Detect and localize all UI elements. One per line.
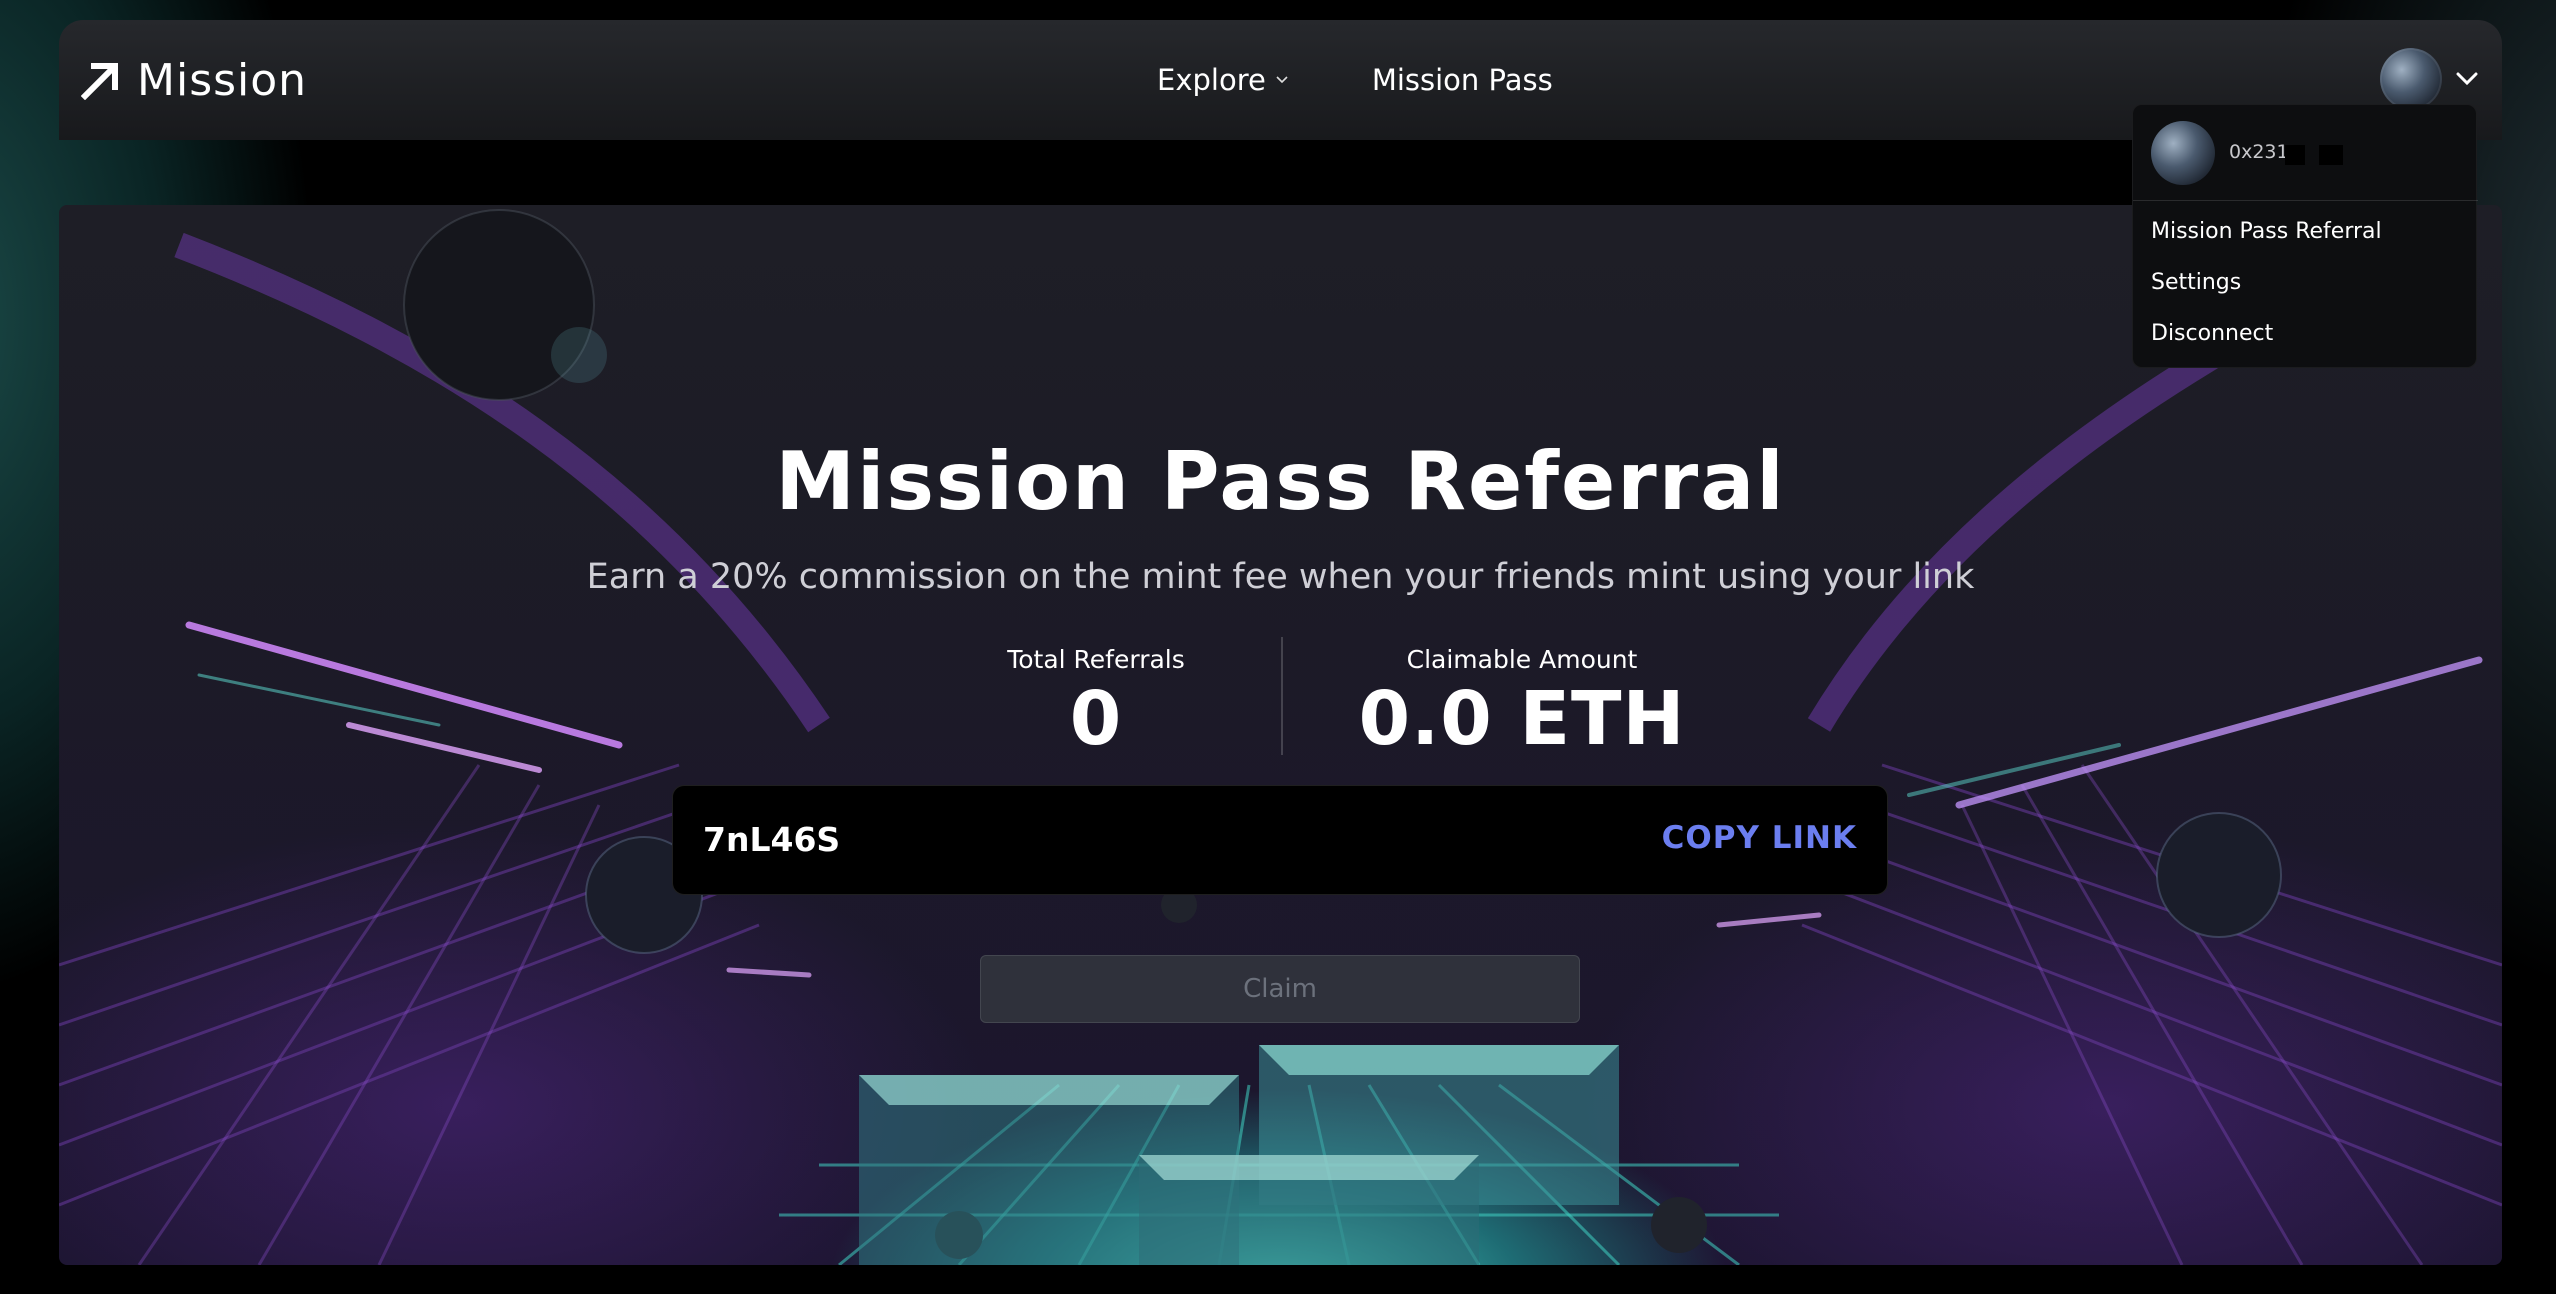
redaction-block bbox=[2285, 145, 2305, 165]
chevron-down-icon bbox=[1276, 76, 1288, 84]
avatar bbox=[2151, 121, 2215, 185]
redaction-block bbox=[2319, 145, 2343, 165]
nav-mission-pass[interactable]: Mission Pass bbox=[1372, 63, 1553, 97]
stat-value: 0.0 ETH bbox=[1358, 676, 1686, 762]
main-nav: Explore Mission Pass bbox=[1157, 56, 1553, 104]
account-dropdown: 0x231 Mission Pass Referral Settings Dis… bbox=[2132, 104, 2478, 368]
nav-explore[interactable]: Explore bbox=[1157, 63, 1288, 97]
claim-button[interactable]: Claim bbox=[980, 955, 1580, 1023]
chevron-down-icon[interactable] bbox=[2456, 72, 2478, 86]
copy-link-button[interactable]: COPY LINK bbox=[1662, 820, 1857, 856]
menu-item-settings[interactable]: Settings bbox=[2151, 270, 2241, 295]
wallet-address: 0x231 bbox=[2229, 141, 2289, 163]
page-title: Mission Pass Referral bbox=[775, 435, 1786, 528]
page-subtitle: Earn a 20% commission on the mint fee wh… bbox=[586, 557, 1975, 597]
menu-item-mission-pass-referral[interactable]: Mission Pass Referral bbox=[2151, 219, 2382, 244]
stat-label: Total Referrals bbox=[1007, 645, 1185, 674]
avatar[interactable] bbox=[2380, 48, 2442, 110]
logo-arrow-icon bbox=[81, 63, 118, 100]
referral-link-box: 7nL46S COPY LINK bbox=[672, 785, 1888, 895]
stat-value: 0 bbox=[1069, 676, 1123, 762]
referral-code: 7nL46S bbox=[703, 820, 841, 859]
stat-claimable-amount: Claimable Amount 0.0 ETH bbox=[1272, 645, 1772, 762]
nav-explore-label: Explore bbox=[1157, 63, 1266, 97]
stat-total-referrals: Total Referrals 0 bbox=[846, 645, 1346, 762]
nav-mission-pass-label: Mission Pass bbox=[1371, 63, 1553, 97]
brand-logo[interactable]: Mission bbox=[81, 54, 308, 106]
page: Mission Explore Mission Pass Mission Pas… bbox=[0, 0, 2556, 1294]
profile-menu-toggle[interactable] bbox=[2380, 46, 2478, 112]
stat-label: Claimable Amount bbox=[1406, 645, 1638, 674]
brand-name: Mission bbox=[137, 54, 308, 106]
menu-item-disconnect[interactable]: Disconnect bbox=[2151, 321, 2273, 346]
dropdown-account-header: 0x231 bbox=[2133, 105, 2478, 201]
